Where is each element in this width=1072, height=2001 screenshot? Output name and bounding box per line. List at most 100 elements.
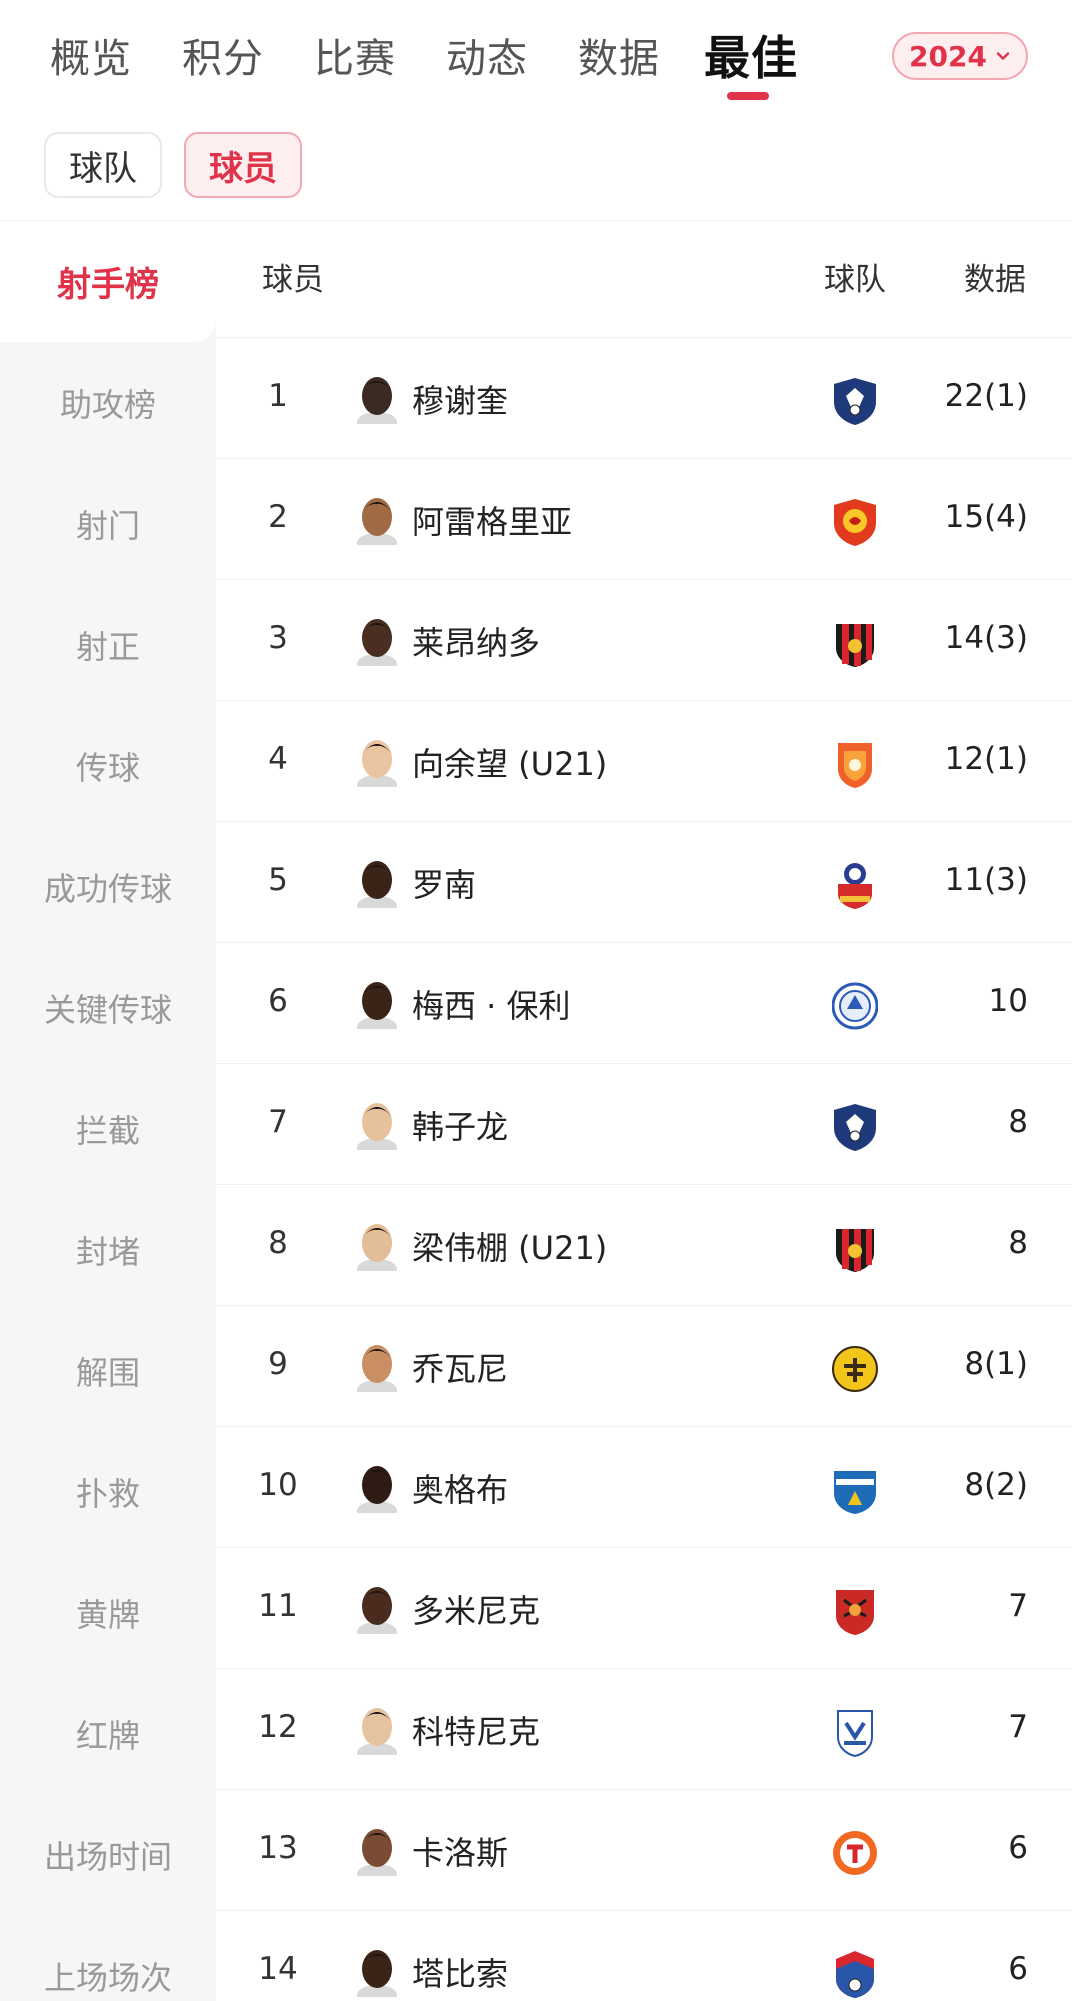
player-name: 多米尼克 (412, 1592, 541, 1630)
tab-overview[interactable]: 概览 (50, 26, 132, 84)
tab-news[interactable]: 动态 (446, 26, 528, 84)
sidebar-item-top-scorers[interactable]: 射手榜 (0, 221, 216, 342)
stat-value: 12(1) (944, 741, 1028, 777)
rank-number: 9 (268, 1346, 288, 1382)
rank-number: 10 (258, 1467, 298, 1503)
sidebar-item-red-cards[interactable]: 红牌 (0, 1673, 216, 1794)
player-name: 莱昂纳多 (412, 624, 541, 662)
player-name: 科特尼克 (412, 1713, 541, 1751)
sidebar-item-key-passes[interactable]: 关键传球 (0, 947, 216, 1068)
table-row[interactable]: 13 卡洛斯 6 (216, 1789, 1072, 1910)
player-avatar (354, 858, 400, 916)
segment-player[interactable]: 球员 (184, 132, 302, 198)
player-avatar (354, 495, 400, 553)
sidebar-item-appearances[interactable]: 上场场次 (0, 1915, 216, 2001)
table-row[interactable]: 9 乔瓦尼 8(1) (216, 1305, 1072, 1426)
sidebar-item-shots[interactable]: 射门 (0, 463, 216, 584)
rank-number: 11 (258, 1588, 298, 1624)
table-row[interactable]: 4 向余望 (U21) 12(1) (216, 700, 1072, 821)
segment-team[interactable]: 球队 (44, 132, 162, 198)
player-avatar (354, 1221, 400, 1279)
tab-standings[interactable]: 积分 (182, 26, 264, 84)
table-row[interactable]: 5 罗南 11(3) (216, 821, 1072, 942)
rank-number: 8 (268, 1225, 288, 1261)
table-row[interactable]: 12 科特尼克 7 (216, 1668, 1072, 1789)
shield-blue-red-icon (832, 860, 878, 910)
stat-value: 10 (988, 983, 1028, 1019)
striped-red-black-icon (832, 1223, 878, 1273)
striped-red-black-icon (832, 618, 878, 668)
column-header-player: 球员 (262, 262, 324, 298)
player-name: 韩子龙 (412, 1108, 509, 1146)
player-avatar (354, 1100, 400, 1158)
table-row[interactable]: 3 莱昂纳多 14(3) (216, 579, 1072, 700)
lion-red-icon (832, 497, 878, 547)
player-name: 梅西 · 保利 (412, 987, 571, 1025)
shield-white-blue-icon (832, 1707, 878, 1758)
sidebar-item-blocks[interactable]: 封堵 (0, 1189, 216, 1310)
rank-number: 14 (258, 1951, 298, 1987)
rank-number: 6 (268, 983, 288, 1019)
rank-number: 7 (268, 1104, 288, 1140)
round-blue-icon (831, 981, 879, 1031)
stat-value: 8(1) (964, 1346, 1028, 1382)
stat-value: 15(4) (944, 499, 1028, 535)
table-row[interactable]: 7 韩子龙 8 (216, 1063, 1072, 1184)
shield-navy-icon (832, 1102, 878, 1152)
tab-best[interactable]: 最佳 (704, 22, 798, 88)
table-row[interactable]: 10 奥格布 8(2) (216, 1426, 1072, 1547)
shield-orange-icon (832, 739, 878, 789)
shield-navy-icon (832, 376, 878, 426)
sidebar-item-yellow-cards[interactable]: 黄牌 (0, 1552, 216, 1673)
player-name: 乔瓦尼 (412, 1350, 509, 1388)
sidebar-item-saves[interactable]: 扑救 (0, 1431, 216, 1552)
tab-matches[interactable]: 比赛 (314, 26, 396, 84)
top-nav: 概览 积分 比赛 动态 数据 最佳 2024 (0, 0, 1072, 112)
stat-value: 6 (1008, 1830, 1028, 1866)
table-row[interactable]: 1 穆谢奎 22(1) (216, 337, 1072, 458)
rank-number: 2 (268, 499, 288, 535)
shield-blue-white-icon (832, 1465, 878, 1515)
stat-value: 8(2) (964, 1467, 1028, 1503)
active-tab-indicator (727, 92, 769, 100)
sidebar-item-passes[interactable]: 传球 (0, 705, 216, 826)
category-sidebar: 射手榜 助攻榜 射门 射正 传球 成功传球 关键传球 拦截 封堵 解围 扑救 黄… (0, 221, 216, 2001)
sidebar-item-shots-on-target[interactable]: 射正 (0, 584, 216, 705)
sidebar-item-assists[interactable]: 助攻榜 (0, 342, 216, 463)
player-avatar (354, 979, 400, 1037)
player-name: 罗南 (412, 866, 477, 904)
rank-number: 13 (258, 1830, 298, 1866)
stat-value: 14(3) (944, 620, 1028, 656)
sidebar-item-interceptions[interactable]: 拦截 (0, 1068, 216, 1189)
chevron-down-icon (996, 52, 1010, 60)
rank-number: 12 (258, 1709, 298, 1745)
round-yellow-icon (832, 1344, 878, 1394)
stat-value: 8 (1008, 1225, 1028, 1261)
round-orange-icon (832, 1828, 878, 1878)
player-name: 穆谢奎 (412, 382, 509, 420)
player-name: 梁伟棚 (U21) (412, 1229, 608, 1267)
sidebar-item-clearances[interactable]: 解围 (0, 1310, 216, 1431)
rank-number: 3 (268, 620, 288, 656)
player-name: 奥格布 (412, 1471, 509, 1509)
player-avatar (354, 1584, 400, 1642)
sidebar-item-minutes-played[interactable]: 出场时间 (0, 1794, 216, 1915)
rank-number: 1 (268, 378, 288, 414)
table-row[interactable]: 14 塔比索 6 (216, 1910, 1072, 2001)
player-avatar (354, 1463, 400, 1521)
player-avatar (354, 374, 400, 432)
player-name: 卡洛斯 (412, 1834, 509, 1872)
table-row[interactable]: 11 多米尼克 7 (216, 1547, 1072, 1668)
table-row[interactable]: 6 梅西 · 保利 10 (216, 942, 1072, 1063)
sidebar-item-successful-passes[interactable]: 成功传球 (0, 826, 216, 947)
player-avatar (354, 1705, 400, 1763)
player-avatar (354, 737, 400, 795)
stat-value: 7 (1008, 1709, 1028, 1745)
tab-data[interactable]: 数据 (578, 26, 660, 84)
player-name: 阿雷格里亚 (412, 503, 573, 541)
rank-number: 4 (268, 741, 288, 777)
table-row[interactable]: 8 梁伟棚 (U21) 8 (216, 1184, 1072, 1305)
table-row[interactable]: 2 阿雷格里亚 15(4) (216, 458, 1072, 579)
year-selector[interactable]: 2024 (892, 32, 1028, 80)
stat-value: 7 (1008, 1588, 1028, 1624)
